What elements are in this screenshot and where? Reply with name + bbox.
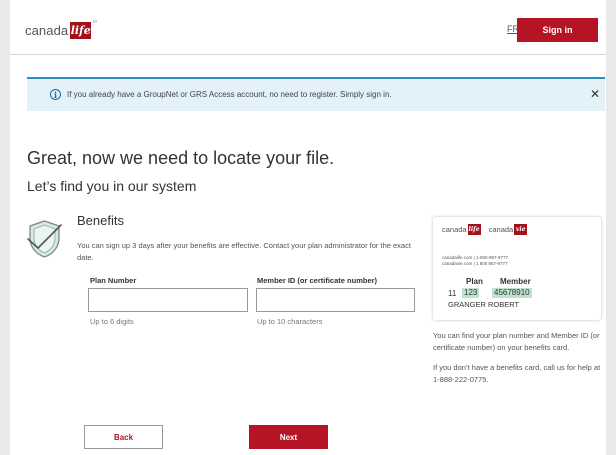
sign-in-button[interactable]: Sign in xyxy=(517,18,598,42)
card-holder-name: GRANGER ROBERT xyxy=(448,300,520,309)
member-id-input[interactable] xyxy=(256,288,415,312)
card-logos: canada life canada vie xyxy=(442,224,528,235)
next-button[interactable]: Next xyxy=(249,425,328,449)
canada-life-logo[interactable]: canada life ™ xyxy=(25,20,97,40)
benefits-card-illustration: canada life canada vie canadalife.com | … xyxy=(433,217,601,320)
plan-number-label: Plan Number xyxy=(90,276,137,285)
close-icon[interactable]: ✕ xyxy=(590,87,600,101)
card-contact-line: canadalife.com | 1-800-957-9777 xyxy=(442,255,508,260)
card-brand-text: canada xyxy=(442,225,467,234)
plan-number-input[interactable] xyxy=(88,288,248,312)
plan-number-hint: Up to 6 digits xyxy=(90,317,134,326)
member-id-hint: Up to 10 characters xyxy=(257,317,323,326)
card-contact-line: canadavie.com | 1 800 957-9777 xyxy=(442,261,508,266)
card-plan-value: 123 xyxy=(462,288,480,298)
page: canada life ™ FR Sign in i If you alread… xyxy=(10,0,606,455)
card-brand-mark: life xyxy=(467,224,481,235)
info-banner: i If you already have a GroupNet or GRS … xyxy=(27,77,605,111)
benefits-title: Benefits xyxy=(77,213,124,228)
page-title: Great, now we need to locate your file. xyxy=(27,148,335,168)
phone-help-text: If you don’t have a benefits card, call … xyxy=(433,363,601,384)
logo-mark: life xyxy=(70,21,92,39)
info-icon: i xyxy=(50,89,61,100)
benefits-description: You can sign up 3 days after your benefi… xyxy=(77,241,411,262)
logo-text: canada xyxy=(25,22,69,38)
card-plan-header: Plan xyxy=(466,277,483,286)
page-subtitle: Let’s find you in our system xyxy=(27,178,197,194)
card-member-header: Member xyxy=(500,277,531,286)
site-header: canada life ™ FR Sign in xyxy=(10,0,606,55)
logo-trademark: ™ xyxy=(92,20,98,26)
card-brand-mark-fr: vie xyxy=(514,224,528,235)
card-prefix: 11 xyxy=(448,289,457,298)
shield-check-icon xyxy=(27,220,62,258)
card-member-value: 45678910 xyxy=(492,288,532,298)
card-brand-text-fr: canada xyxy=(488,225,514,234)
member-id-label: Member ID (or certificate number) xyxy=(257,276,378,285)
back-button[interactable]: Back xyxy=(84,425,163,449)
card-help-text: You can find your plan number and Member… xyxy=(433,331,600,352)
banner-message: If you already have a GroupNet or GRS Ac… xyxy=(67,90,392,99)
